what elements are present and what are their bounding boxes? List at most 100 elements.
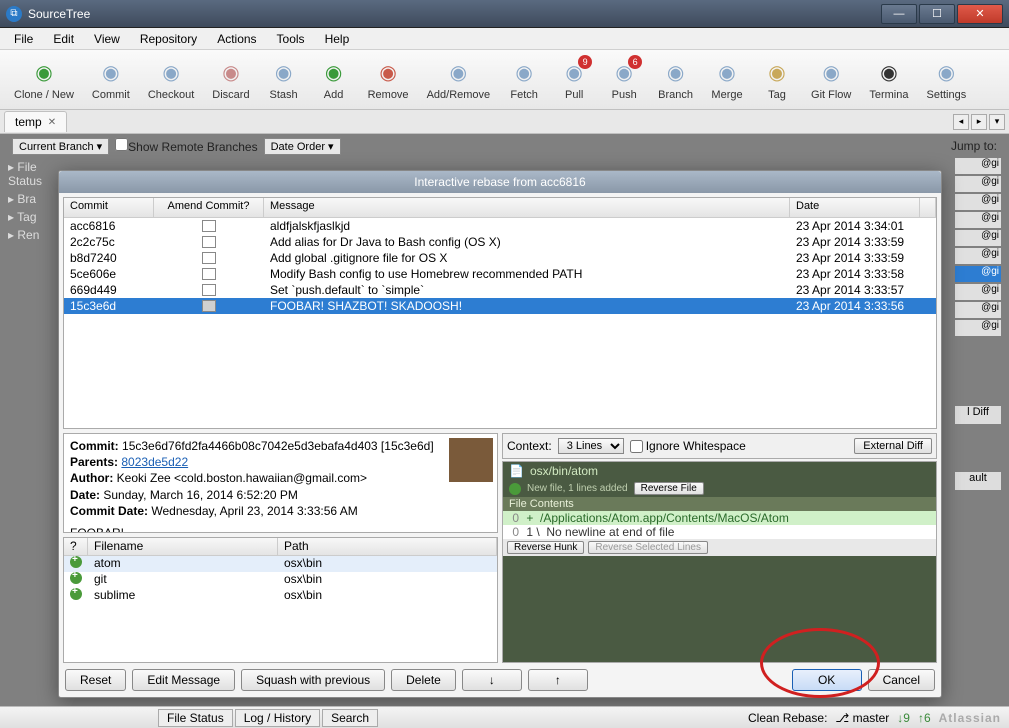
sidebar-item[interactable]: ▸ Bra [8,190,56,208]
col-amend[interactable]: Amend Commit? [154,198,264,217]
tag-item[interactable]: @gi [955,176,1001,192]
col-message[interactable]: Message [264,198,790,217]
tag-item[interactable]: @gi [955,194,1001,210]
table-row[interactable]: 669d449Set `push.default` to `simple`23 … [64,282,936,298]
external-diff-button[interactable]: External Diff [854,438,932,454]
table-row[interactable]: acc6816aldfjalskfjaslkjd23 Apr 2014 3:34… [64,218,936,234]
toolbar-discard[interactable]: ◉Discard [204,55,257,105]
show-remote-check[interactable]: Show Remote Branches [115,138,257,154]
table-row[interactable]: 5ce606eModify Bash config to use Homebre… [64,266,936,282]
tag-item[interactable]: @gi [955,158,1001,174]
menu-actions[interactable]: Actions [207,30,266,48]
toolbar-branch[interactable]: ◉Branch [650,55,701,105]
reverse-hunk-button[interactable]: Reverse Hunk [507,541,584,554]
search-tab[interactable]: Search [322,709,378,727]
toolbar-settings[interactable]: ◉Settings [918,55,974,105]
toolbar-stash[interactable]: ◉Stash [260,55,308,105]
toolbar-pull[interactable]: ◉9Pull [550,55,598,105]
tag-item[interactable]: @gi [955,302,1001,318]
sidebar-item[interactable]: ▸ Ren [8,226,56,244]
toolbar-termina[interactable]: ◉Termina [861,55,916,105]
toolbar-add[interactable]: ◉Add [310,55,358,105]
minimize-button[interactable]: — [881,4,917,24]
tab-list-button[interactable]: ▾ [989,114,1005,130]
move-up-button[interactable]: ↑ [528,669,588,691]
ignore-ws-check[interactable]: Ignore Whitespace [630,439,746,453]
commit-grid[interactable]: Commit Amend Commit? Message Date acc681… [63,197,937,429]
branch-indicator[interactable]: ⎇ master [835,711,889,725]
context-select[interactable]: 3 Lines [558,438,624,454]
col-date[interactable]: Date [790,198,920,217]
discard-icon: ◉ [217,59,245,87]
delete-button[interactable]: Delete [391,669,456,691]
close-icon[interactable]: ✕ [48,117,56,128]
toolbar-checkout[interactable]: ◉Checkout [140,55,202,105]
reverse-file-button[interactable]: Reverse File [634,482,704,495]
toolbar-commit[interactable]: ◉Commit [84,55,138,105]
menu-view[interactable]: View [84,30,130,48]
addremove-icon: ◉ [444,59,472,87]
toolbar-fetch[interactable]: ◉Fetch [500,55,548,105]
sidebar-item[interactable]: ▸ File Status [8,158,56,190]
tag-item[interactable]: @gi [955,284,1001,300]
menu-help[interactable]: Help [315,30,360,48]
amend-check[interactable] [202,284,216,296]
list-item[interactable]: sublimeosx\bin [64,588,497,604]
toolbar-remove[interactable]: ◉Remove [360,55,417,105]
file-list[interactable]: ? Filename Path atomosx\bingitosx\binsub… [63,537,498,663]
status-bar: File Status Log / History Search Clean R… [0,706,1009,728]
edit-message-button[interactable]: Edit Message [132,669,235,691]
file-status-tab[interactable]: File Status [158,709,233,727]
col-filename[interactable]: Filename [88,538,278,555]
col-commit[interactable]: Commit [64,198,154,217]
col-path[interactable]: Path [278,538,497,555]
tab-prev-button[interactable]: ◂ [953,114,969,130]
table-row[interactable]: 15c3e6dFOOBAR! SHAZBOT! SKADOOSH!23 Apr … [64,298,936,314]
amend-check[interactable] [202,220,216,232]
tag-item[interactable]: @gi [955,230,1001,246]
amend-check[interactable] [202,252,216,264]
list-item[interactable]: gitosx\bin [64,572,497,588]
squash-button[interactable]: Squash with previous [241,669,385,691]
maximize-button[interactable]: ☐ [919,4,955,24]
toolbar-merge[interactable]: ◉Merge [703,55,751,105]
cancel-button[interactable]: Cancel [868,669,935,691]
commit-info: Commit: 15c3e6d76fd2fa4466b08c7042e5d3eb… [63,433,498,533]
ok-button[interactable]: OK [792,669,862,691]
tag-item[interactable]: @gi [955,212,1001,228]
table-row[interactable]: b8d7240Add global .gitignore file for OS… [64,250,936,266]
reverse-selected-button[interactable]: Reverse Selected Lines [588,541,708,554]
current-branch-drop[interactable]: Current Branch ▾ [12,138,109,155]
dialog-title: Interactive rebase from acc6816 [59,171,941,193]
date-order-drop[interactable]: Date Order ▾ [264,138,341,155]
log-history-tab[interactable]: Log / History [235,709,320,727]
reset-button[interactable]: Reset [65,669,126,691]
add-icon: ◉ [320,59,348,87]
list-item[interactable]: atomosx\bin [64,556,497,572]
amend-check[interactable] [202,300,216,312]
menu-tools[interactable]: Tools [267,30,315,48]
parent-link[interactable]: 8023de5d22 [121,455,188,469]
col-q[interactable]: ? [64,538,88,555]
amend-check[interactable] [202,236,216,248]
toolbar-add-remove[interactable]: ◉Add/Remove [419,55,499,105]
tab-next-button[interactable]: ▸ [971,114,987,130]
sidebar-item[interactable]: ▸ Tag [8,208,56,226]
tag-item[interactable]: @gi [955,248,1001,264]
menu-edit[interactable]: Edit [43,30,84,48]
table-row[interactable]: 2c2c75cAdd alias for Dr Java to Bash con… [64,234,936,250]
close-button[interactable]: ✕ [957,4,1003,24]
toolbar-push[interactable]: ◉6Push [600,55,648,105]
toolbar-clone-new[interactable]: ◉Clone / New [6,55,82,105]
repo-tab[interactable]: temp ✕ [4,111,67,132]
toolbar-tag[interactable]: ◉Tag [753,55,801,105]
tag-item[interactable]: @gi [955,266,1001,282]
toolbar-git-flow[interactable]: ◉Git Flow [803,55,859,105]
ahead-count: ↓9 [897,711,910,725]
menu-repository[interactable]: Repository [130,30,207,48]
amend-check[interactable] [202,268,216,280]
behind-count: ↑6 [918,711,931,725]
menu-file[interactable]: File [4,30,43,48]
move-down-button[interactable]: ↓ [462,669,522,691]
tag-item[interactable]: @gi [955,320,1001,336]
